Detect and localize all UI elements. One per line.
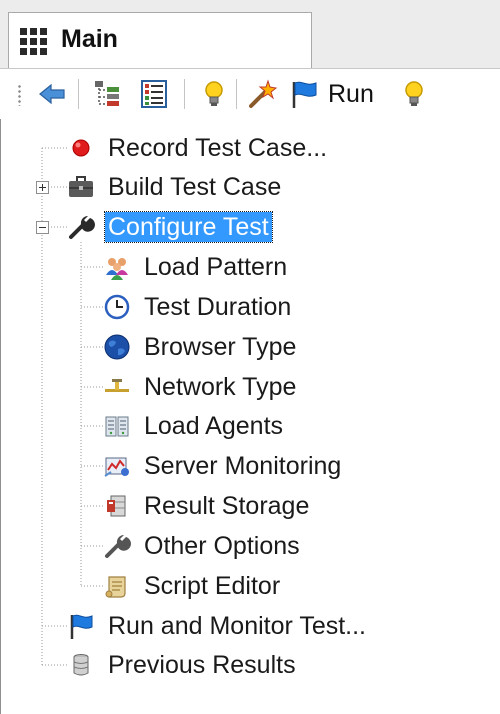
list-view-icon[interactable]	[138, 78, 170, 110]
database-icon	[73, 654, 89, 676]
tree-item-label: Load Pattern	[144, 253, 288, 281]
tree-item-label: Browser Type	[144, 333, 297, 361]
server-monitor-icon	[104, 457, 129, 477]
servers-icon	[105, 416, 129, 437]
tree-item-label: Network Type	[144, 373, 297, 401]
run-button-label[interactable]: Run	[328, 80, 374, 109]
briefcase-icon	[69, 176, 93, 197]
tree-item-label: Script Editor	[144, 572, 281, 600]
tree-view[interactable]: Record Test Case... Build Test Case Conf…	[0, 119, 500, 714]
toolbar	[0, 69, 500, 119]
toolbar-separator	[78, 79, 79, 109]
network-icon	[105, 379, 129, 392]
tab-main[interactable]: Main	[8, 12, 312, 68]
tree-item-label: Other Options	[144, 532, 300, 560]
magic-wand-icon[interactable]	[246, 78, 278, 110]
tree-item-label: Result Storage	[144, 492, 310, 520]
lightbulb-icon[interactable]	[398, 78, 430, 110]
scroll-icon	[105, 576, 126, 598]
toolbar-separator	[236, 79, 237, 109]
back-arrow-icon[interactable]	[36, 78, 68, 110]
tree-item-label: Server Monitoring	[144, 452, 342, 480]
wrench-icon	[105, 534, 131, 558]
tab-label: Main	[61, 25, 118, 53]
tree-item-label: Load Agents	[144, 412, 284, 440]
tree-item-label: Record Test Case...	[108, 134, 328, 162]
expand-toggle-build-test-case[interactable]	[36, 181, 49, 194]
lightbulb-icon[interactable]	[198, 78, 230, 110]
clock-icon	[104, 294, 130, 320]
globe-icon	[104, 334, 130, 360]
tree-item-label: Build Test Case	[108, 173, 282, 201]
tab-strip: Main	[0, 0, 500, 69]
database-icon	[107, 495, 126, 517]
record-dot-icon	[72, 139, 90, 157]
tree-item-label: Run and Monitor Test...	[108, 612, 367, 640]
tree-item-label: Configure Test	[104, 211, 273, 243]
tree-item-label: Previous Results	[108, 651, 296, 679]
users-icon	[106, 258, 128, 280]
run-flag-icon[interactable]	[288, 78, 320, 110]
toolbar-separator	[184, 79, 185, 109]
tree-view-icon[interactable]	[92, 78, 124, 110]
grid-icon	[20, 28, 47, 55]
collapse-toggle-configure-test[interactable]	[36, 221, 49, 234]
toolbar-grip[interactable]	[18, 84, 21, 106]
tree-item-label: Test Duration	[144, 293, 292, 321]
wrench-icon	[69, 215, 95, 239]
flag-icon	[70, 614, 93, 639]
